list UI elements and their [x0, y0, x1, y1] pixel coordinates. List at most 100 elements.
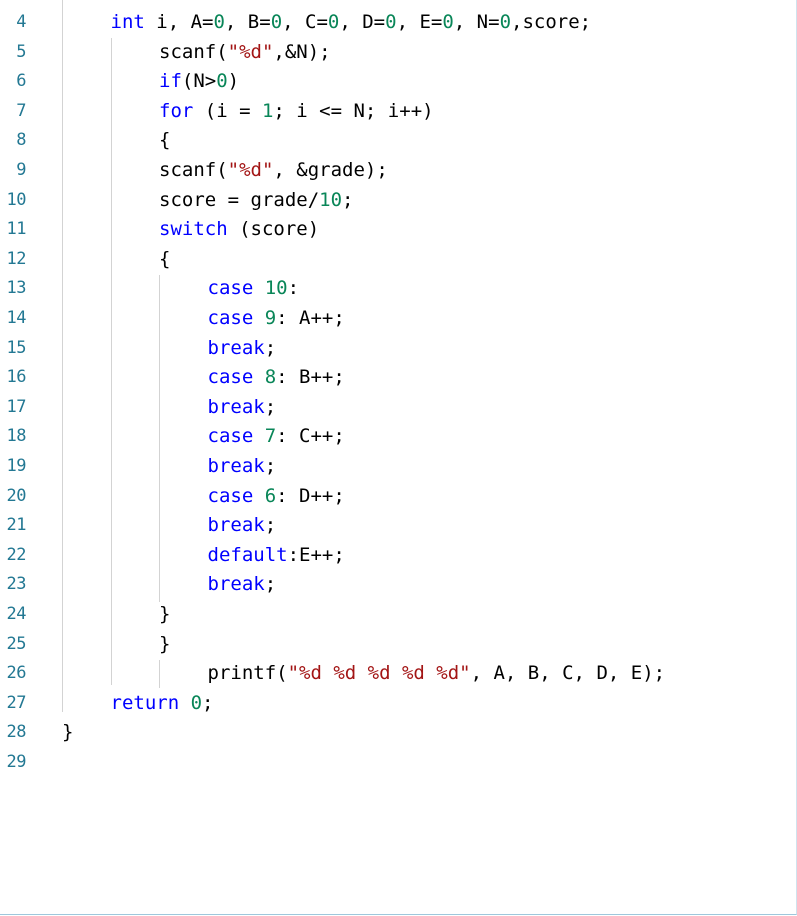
code-line[interactable]: 26 printf("%d %d %d %d %d", A, B, C, D, E… [0, 659, 796, 689]
code-line[interactable]: 6 if(N>0) [0, 67, 796, 97]
token-number: 0 [216, 70, 228, 93]
line-number: 22 [6, 544, 27, 565]
line-number: 10 [6, 189, 27, 210]
code-line[interactable]: 14 case 9: A++; [0, 304, 796, 334]
token-text: ; [264, 514, 277, 537]
token-string: "%d %d %d %d %d" [287, 662, 471, 685]
code-line[interactable]: 29 [0, 748, 796, 778]
token-text: scanf( [159, 40, 228, 63]
code-editor[interactable]: 4 int i, A=0, B=0, C=0, D=0, E=0, N=0,sco… [0, 0, 797, 915]
line-number: 4 [16, 12, 26, 32]
code-text: break; [208, 393, 277, 423]
token-text: ; [264, 336, 277, 359]
code-line[interactable]: 20 case 6: D++; [0, 482, 796, 512]
token-text: (i = [193, 99, 262, 122]
code-line[interactable]: 27 return 0; [0, 689, 796, 719]
token-text: { [159, 247, 171, 270]
code-text: break; [208, 334, 277, 364]
token-text: : C++; [276, 425, 345, 448]
code-line[interactable]: 19 break; [0, 452, 796, 482]
token-keyword: case [207, 307, 254, 329]
token-text: printf( [207, 662, 288, 685]
code-text: scanf("%d", &grade); [159, 156, 388, 186]
code-line[interactable]: 11 switch (score) [0, 215, 796, 245]
token-number: 9 [264, 307, 277, 329]
code-line[interactable]: 7 for (i = 1; i <= N; i++) [0, 97, 796, 127]
code-line[interactable]: 22 default:E++; [0, 541, 796, 571]
token-text: ) [227, 70, 240, 93]
line-number: 17 [6, 396, 27, 417]
code-line[interactable]: 12 { [0, 245, 796, 275]
token-text: } [159, 603, 171, 625]
token-text: , A, B, C, D, E); [470, 662, 666, 685]
line-number: 20 [6, 485, 27, 506]
code-text: printf("%d %d %d %d %d", A, B, C, D, E); [208, 659, 666, 689]
token-text: scanf( [159, 159, 228, 181]
token-number: 0 [442, 11, 454, 33]
token-keyword: if [159, 70, 182, 93]
code-text: { [159, 126, 170, 156]
code-text: break; [208, 511, 277, 541]
token-text: , E= [396, 11, 443, 33]
code-text: score = grade/10; [159, 186, 354, 216]
code-text: } [159, 630, 170, 660]
line-number: 29 [6, 752, 27, 772]
line-number: 11 [6, 219, 27, 240]
token-text: ; [264, 395, 277, 418]
code-line[interactable]: 23 break; [0, 570, 796, 600]
token-string: "%d" [227, 159, 274, 181]
token-text: ; [264, 573, 277, 596]
code-line[interactable]: 5 scanf("%d",&N); [0, 38, 796, 68]
token-number: 7 [264, 425, 277, 448]
code-line[interactable]: 10 score = grade/10; [0, 186, 796, 216]
code-line[interactable]: 25} [0, 630, 796, 660]
token-keyword: case [207, 425, 254, 448]
code-text: case 10: [208, 274, 300, 304]
code-text: int i, A=0, B=0, C=0, D=0, E=0, N=0,scor… [111, 8, 592, 38]
line-number: 28 [6, 722, 27, 743]
token-text: ; [202, 691, 214, 714]
code-text: { [159, 245, 170, 275]
token-keyword: return [110, 691, 180, 714]
token-text: } [159, 632, 171, 655]
code-line[interactable]: 21 break; [0, 511, 796, 541]
code-line[interactable]: 15 break; [0, 334, 796, 364]
code-line[interactable]: 8{ [0, 126, 796, 156]
token-text: (score) [227, 218, 320, 241]
code-text: } [62, 718, 73, 748]
code-line[interactable]: 16 case 8: B++; [0, 363, 796, 393]
code-text: default:E++; [208, 541, 345, 571]
token-text: i, A= [144, 11, 214, 33]
token-number: 0 [213, 11, 225, 33]
line-number: 26 [6, 663, 27, 684]
code-line[interactable]: 9 scanf("%d", &grade); [0, 156, 796, 186]
token-text: : D++; [276, 484, 345, 507]
token-text: (N> [181, 70, 217, 93]
token-keyword: break [207, 455, 265, 477]
token-keyword: case [207, 366, 254, 389]
token-keyword: case [207, 277, 254, 300]
line-number: 5 [16, 41, 26, 62]
code-line[interactable]: 13 case 10: [0, 274, 796, 304]
token-text: ,&N); [273, 40, 331, 63]
code-line[interactable]: 4 int i, A=0, B=0, C=0, D=0, E=0, N=0,sco… [0, 8, 796, 38]
code-line[interactable]: 24} [0, 600, 796, 630]
token-text: ; [264, 455, 277, 477]
code-line[interactable]: 28} [0, 718, 796, 748]
line-number: 6 [16, 71, 26, 92]
token-number: 0 [270, 11, 283, 33]
token-keyword: case [207, 484, 254, 507]
code-text: } [159, 600, 170, 630]
code-line[interactable]: 18 case 7: C++; [0, 422, 796, 452]
token-number: 0 [190, 691, 203, 714]
code-line[interactable]: 17 break; [0, 393, 796, 423]
code-text: scanf("%d",&N); [159, 38, 331, 68]
token-number: 0 [499, 11, 512, 33]
line-number: 8 [16, 130, 26, 151]
